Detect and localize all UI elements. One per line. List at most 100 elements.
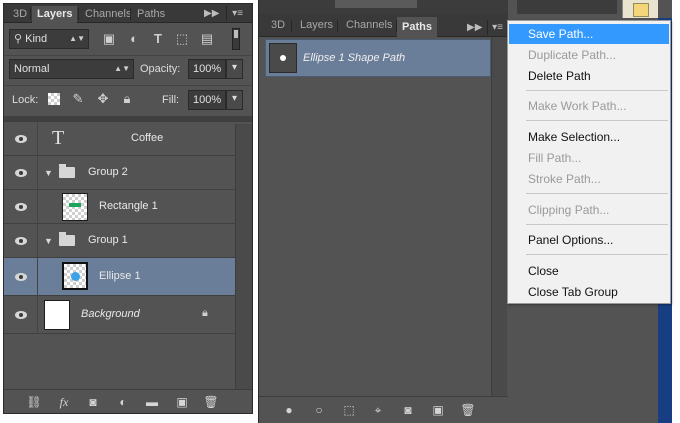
panel-menu-icon[interactable]: ▾≡ [487, 20, 507, 35]
load-selection-icon[interactable]: ⬚ [341, 402, 357, 418]
menu-separator [526, 120, 668, 121]
path-row-ellipse-1[interactable]: Ellipse 1 Shape Path [265, 39, 491, 77]
visibility-toggle[interactable] [4, 156, 38, 190]
layer-name: Rectangle 1 [99, 200, 158, 212]
opacity-value: 100% [193, 63, 222, 75]
layer-row-group-1[interactable]: ▼ Group 1 [4, 224, 236, 258]
menu-separator [526, 193, 668, 194]
trash-icon[interactable]: 🗑︎ [460, 402, 476, 418]
tab-layers[interactable]: Layers [295, 17, 338, 34]
new-group-icon[interactable]: ▬ [144, 394, 160, 410]
visibility-toggle[interactable] [4, 258, 38, 296]
ellipse-shape-icon [71, 272, 80, 281]
canvas-fragment [622, 0, 658, 18]
layer-name: Background [81, 308, 140, 320]
layer-row-group-2[interactable]: ▼ Group 2 [4, 156, 236, 190]
trash-icon[interactable]: 🗑︎ [203, 394, 219, 410]
filter-kind-label: Kind [25, 33, 48, 45]
disclosure-triangle-icon[interactable]: ▼ [44, 168, 53, 178]
tab-separator [30, 8, 31, 20]
collapse-icon[interactable]: ▶▶ [467, 20, 482, 35]
menu-item-stroke-path[interactable]: Stroke Path... [509, 169, 669, 189]
menu-item-close[interactable]: Close [509, 261, 669, 281]
menu-item-close-tab-group[interactable]: Close Tab Group [509, 282, 669, 302]
tab-3d[interactable]: 3D [8, 6, 32, 23]
history-strip [259, 0, 509, 14]
tab-separator [78, 8, 79, 20]
opacity-label: Opacity: [140, 63, 181, 75]
tab-layers[interactable]: Layers [32, 6, 78, 24]
opacity-dropdown-button[interactable]: ▾ [226, 59, 243, 79]
visibility-toggle[interactable] [4, 296, 38, 334]
opacity-field[interactable]: 100% [188, 59, 226, 79]
smart-object-filter-icon[interactable]: ▤ [199, 31, 215, 47]
tab-channels[interactable]: Channels [341, 17, 397, 34]
layer-name: Ellipse 1 [99, 270, 141, 282]
lock-transparent-icon[interactable] [48, 93, 60, 105]
filter-kind-select[interactable]: ⚲ Kind ▲▼ [9, 29, 89, 49]
lock-position-icon[interactable]: ✥ [95, 91, 111, 107]
filter-toggle-switch[interactable] [232, 28, 240, 50]
menu-item-fill-path[interactable]: Fill Path... [509, 148, 669, 168]
layer-row-ellipse-1[interactable]: Ellipse 1 [4, 258, 236, 296]
paths-panel: 3D Layers Channels Paths ▶▶ ▾≡ Ellipse 1… [258, 0, 509, 423]
menu-item-make-selection[interactable]: Make Selection... [509, 127, 669, 147]
menu-item-panel-options[interactable]: Panel Options... [509, 230, 669, 250]
collapse-icon[interactable]: ▶▶ [204, 6, 219, 21]
menu-item-save-path[interactable]: Save Path... [509, 24, 669, 44]
type-filter-icon[interactable]: T [150, 31, 166, 47]
search-icon: ⚲ [14, 33, 26, 45]
fx-icon[interactable]: fx [56, 394, 72, 410]
add-mask-icon[interactable]: ◙ [400, 402, 416, 418]
stroke-path-icon[interactable]: ○ [311, 402, 327, 418]
layer-row-rectangle-1[interactable]: Rectangle 1 [4, 190, 236, 224]
fill-field[interactable]: 100% [188, 90, 226, 110]
layers-scrollbar[interactable] [235, 124, 252, 389]
menu-item-duplicate-path[interactable]: Duplicate Path... [509, 45, 669, 65]
rectangle-shape-icon [69, 203, 81, 207]
shape-filter-icon[interactable]: ⬚ [174, 31, 190, 47]
disclosure-triangle-icon[interactable]: ▼ [44, 236, 53, 246]
layers-footer: ⛓ fx ◙ ◐ ▬ ▣ 🗑︎ [4, 389, 252, 413]
paths-scrollbar[interactable] [491, 37, 507, 397]
work-path-icon[interactable]: ⌖ [370, 402, 386, 418]
blend-mode-select[interactable]: Normal ▲▼ [9, 59, 134, 79]
new-path-icon[interactable]: ▣ [430, 402, 446, 418]
tab-separator [291, 20, 292, 32]
layer-row-background[interactable]: Background 🔒︎ [4, 296, 236, 334]
fill-dropdown-button[interactable]: ▾ [226, 90, 243, 110]
path-name: Ellipse 1 Shape Path [303, 52, 406, 64]
adjustment-layer-icon[interactable]: ◐ [115, 394, 131, 410]
layer-name: Group 1 [88, 234, 128, 246]
visibility-toggle[interactable] [4, 224, 38, 258]
panel-menu-icon[interactable]: ▾≡ [226, 6, 248, 21]
tab-separator [337, 20, 338, 32]
pixel-filter-icon[interactable]: ▣ [101, 31, 117, 47]
menu-separator [526, 224, 668, 225]
tab-paths[interactable]: Paths [132, 6, 170, 23]
layers-tab-bar: 3D Layers Channels Paths ▶▶ ▾≡ [4, 4, 252, 24]
menu-separator [526, 90, 668, 91]
visibility-toggle[interactable] [4, 122, 38, 156]
visibility-toggle[interactable] [4, 190, 38, 224]
fill-path-icon[interactable]: ● [281, 402, 297, 418]
window-edge [672, 0, 680, 423]
menu-item-delete-path[interactable]: Delete Path [509, 66, 669, 86]
lock-pixels-icon[interactable]: ✎ [70, 91, 86, 107]
chevron-down-icon: ▲▼ [114, 64, 130, 73]
tab-3d[interactable]: 3D [266, 17, 290, 34]
tab-paths[interactable]: Paths [397, 17, 437, 37]
add-mask-icon[interactable]: ◙ [85, 394, 101, 410]
menu-item-make-work-path[interactable]: Make Work Path... [509, 96, 669, 116]
divider [4, 55, 252, 56]
tab-channels[interactable]: Channels [80, 6, 136, 23]
menu-item-clipping-path[interactable]: Clipping Path... [509, 200, 669, 220]
eye-icon [15, 273, 27, 281]
layer-row-coffee[interactable]: T Coffee [4, 122, 236, 156]
path-thumbnail [269, 43, 297, 73]
paths-tab-bar: 3D Layers Channels Paths ▶▶ ▾≡ [259, 14, 509, 37]
new-layer-icon[interactable]: ▣ [174, 394, 190, 410]
link-layers-icon[interactable]: ⛓ [26, 394, 42, 410]
lock-all-icon[interactable]: 🔒︎ [119, 91, 135, 107]
adjustment-filter-icon[interactable]: ◐ [126, 31, 142, 47]
